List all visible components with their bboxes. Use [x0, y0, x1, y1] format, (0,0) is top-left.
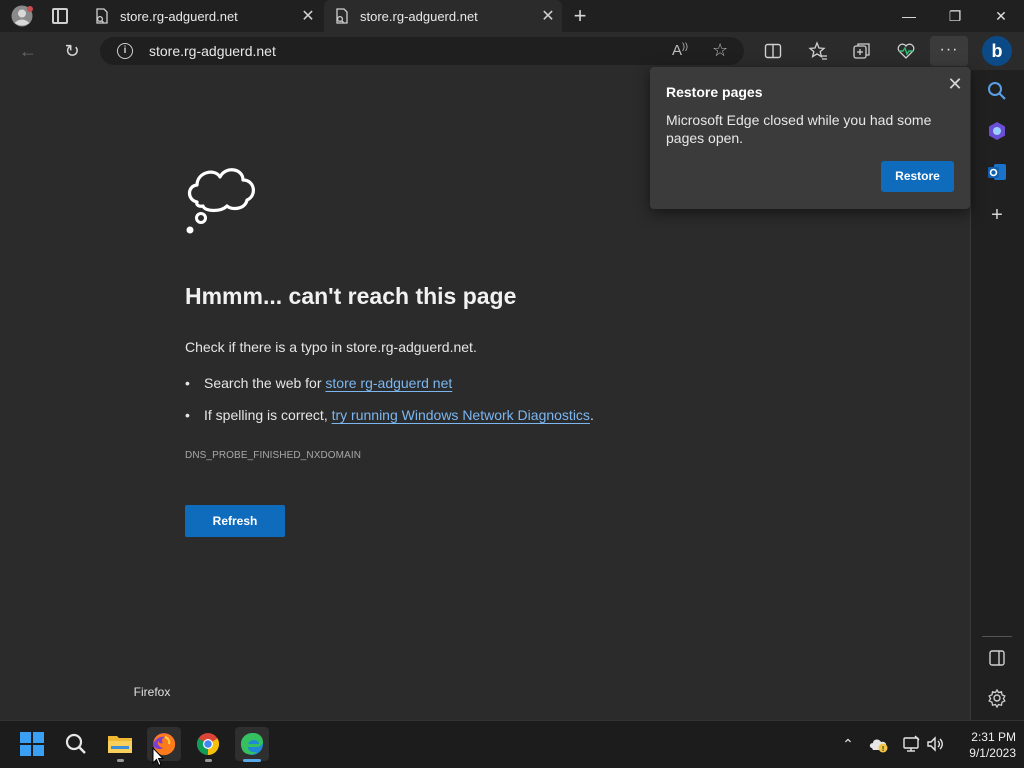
broken-page-icon — [96, 8, 108, 24]
profile-avatar-icon[interactable] — [10, 5, 34, 27]
error-title: Hmmm... can't reach this page — [185, 283, 517, 309]
popup-title: Restore pages — [666, 84, 763, 100]
clock-time: 2:31 PM — [971, 730, 1016, 744]
bing-copilot-icon[interactable]: b — [982, 36, 1012, 66]
settings-more-button[interactable]: ··· — [930, 36, 968, 66]
favorite-star-icon[interactable]: ☆ — [712, 40, 732, 60]
site-info-icon[interactable]: i — [117, 43, 133, 59]
sidebar-divider — [982, 636, 1012, 637]
tab-title: store.rg-adguerd.net — [360, 8, 478, 24]
check-domain: store.rg-adguerd.net — [346, 339, 473, 355]
bullet-dot: • — [185, 375, 190, 391]
suggestion-text: Search the web for store rg-adguerd net — [204, 375, 452, 391]
svg-text:!: ! — [882, 746, 884, 753]
bullet-dot: • — [185, 407, 190, 423]
broken-page-icon — [336, 8, 348, 24]
volume-icon[interactable] — [925, 734, 945, 754]
browser-essentials-heart-icon[interactable] — [896, 41, 916, 61]
tab-title: store.rg-adguerd.net — [120, 8, 238, 24]
clock-date: 9/1/2023 — [969, 746, 1016, 760]
restore-button[interactable]: ❐ — [932, 0, 978, 32]
add-sidebar-app-plus-icon[interactable]: + — [986, 204, 1008, 226]
search-icon[interactable] — [986, 80, 1008, 102]
read-aloud-icon[interactable]: A)) — [672, 41, 692, 61]
show-hidden-icons-chevron-icon[interactable]: ⌃ — [838, 734, 858, 754]
error-check-text: Check if there is a typo in store.rg-adg… — [185, 339, 477, 355]
minimize-button[interactable]: — — [886, 0, 932, 32]
address-url[interactable]: store.rg-adguerd.net — [149, 43, 276, 59]
thought-cloud-icon — [186, 168, 255, 234]
check-prefix: Check if there is a typo in — [185, 339, 347, 355]
favorites-icon[interactable] — [808, 41, 828, 61]
chrome-icon[interactable] — [191, 727, 225, 761]
close-window-button[interactable]: ✕ — [978, 0, 1024, 32]
system-clock[interactable]: 2:31 PM 9/1/2023 — [952, 729, 1016, 761]
collections-icon[interactable] — [852, 41, 872, 61]
back-arrow-icon[interactable]: ← — [16, 40, 40, 62]
tab-actions-icon[interactable] — [52, 8, 68, 24]
firefox-tooltip: Firefox — [122, 681, 182, 703]
edge-icon[interactable] — [235, 727, 269, 761]
new-tab-plus-icon[interactable]: + — [568, 4, 592, 28]
popup-body: Microsoft Edge closed while you had some… — [666, 112, 932, 146]
network-diagnostics-link[interactable]: try running Windows Network Diagnostics — [332, 407, 590, 423]
search-web-link[interactable]: store rg-adguerd net — [325, 375, 452, 391]
hide-sidebar-icon[interactable] — [986, 647, 1008, 669]
check-suffix: . — [472, 339, 477, 355]
popup-close-icon[interactable]: ✕ — [944, 73, 966, 95]
bullet1-prefix: Search the web for — [204, 375, 326, 391]
tab-1[interactable]: store.rg-adguerd.net ✕ — [84, 0, 322, 32]
network-icon[interactable] — [901, 734, 921, 754]
suggestion-text: If spelling is correct, try running Wind… — [204, 407, 594, 423]
tab-close-icon[interactable]: ✕ — [294, 6, 322, 26]
start-icon[interactable] — [15, 727, 49, 761]
restore-button[interactable]: Restore — [881, 161, 954, 192]
address-bar[interactable]: i store.rg-adguerd.net A)) ☆ — [100, 37, 744, 65]
split-screen-icon[interactable] — [764, 42, 782, 60]
tab-2-active[interactable]: store.rg-adguerd.net ✕ — [324, 0, 562, 32]
tab-close-icon[interactable]: ✕ — [534, 6, 562, 26]
search-icon[interactable] — [59, 727, 93, 761]
restore-pages-popup: Restore pages Microsoft Edge closed whil… — [650, 67, 970, 209]
edge-active-indicator — [243, 759, 261, 762]
chrome-running-indicator — [205, 759, 212, 762]
copilot-shopping-icon[interactable] — [986, 120, 1008, 142]
bullet2-prefix: If spelling is correct, — [204, 407, 332, 423]
reload-icon[interactable]: ↻ — [60, 40, 84, 62]
refresh-button[interactable]: Refresh — [185, 505, 285, 537]
sidebar-settings-gear-icon[interactable] — [986, 687, 1008, 709]
mouse-pointer-icon — [152, 747, 164, 767]
bullet2-suffix: . — [589, 407, 594, 423]
outlook-icon[interactable] — [986, 161, 1008, 183]
error-code: DNS_PROBE_FINISHED_NXDOMAIN — [185, 450, 362, 461]
file-explorer-icon[interactable] — [103, 727, 137, 761]
onedrive-warning-icon[interactable]: ! — [869, 734, 889, 754]
file-explorer-running-indicator — [117, 759, 124, 762]
